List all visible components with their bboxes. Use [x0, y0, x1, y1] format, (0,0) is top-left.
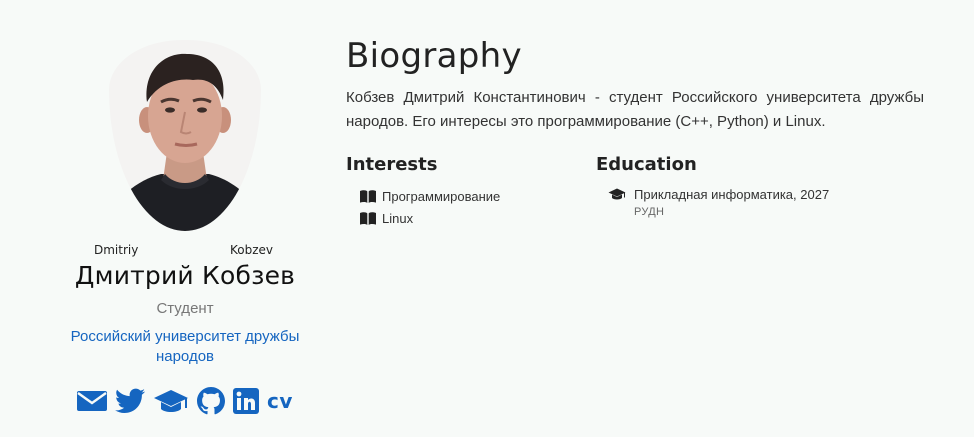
envelope-icon	[77, 391, 108, 411]
role: Студент	[156, 300, 214, 317]
graduation-cap-icon	[154, 390, 189, 412]
book-icon	[360, 211, 376, 225]
education-list: Прикладная информатика, 2027 РУДН	[596, 185, 846, 219]
page: Dmitriy Kobzev Дмитрий Кобзев Студент Ро…	[0, 0, 974, 437]
linkedin-icon	[233, 388, 260, 414]
twitter-link[interactable]	[115, 388, 146, 414]
education-item: Прикладная информатика, 2027	[608, 185, 846, 205]
biography-text: Кобзев Дмитрий Константинович - студент …	[346, 89, 924, 130]
interests-list: Программирование Linux	[346, 185, 596, 229]
profile-card: Dmitriy Kobzev Дмитрий Кобзев Студент Ро…	[40, 40, 330, 415]
social-links: cv	[40, 387, 330, 415]
interest-label: Программирование	[382, 188, 501, 204]
list-item: Программирование	[360, 185, 596, 207]
full-name: Дмитрий Кобзев	[74, 261, 296, 290]
graduation-cap-icon	[608, 188, 626, 200]
organization-link[interactable]: Российский университет дружбы народов	[40, 327, 330, 367]
education-institution: РУДН	[634, 206, 665, 218]
avatar	[109, 40, 261, 231]
github-icon	[197, 387, 226, 415]
book-icon	[360, 189, 376, 203]
interests-heading: Interests	[346, 154, 438, 175]
twitter-icon	[115, 388, 146, 413]
education-title: Прикладная информатика, 2027	[634, 187, 830, 202]
linkedin-link[interactable]	[233, 388, 260, 414]
education-heading: Education	[596, 154, 697, 175]
name-parts: Dmitriy Kobzev	[40, 241, 330, 259]
family-name: Kobzev	[230, 243, 274, 257]
biography-heading: Biography	[346, 36, 522, 76]
github-link[interactable]	[197, 387, 226, 415]
interest-label: Linux	[382, 210, 414, 226]
education-section: Education Прикладная информатика, 2027 Р…	[596, 154, 846, 229]
biography-section: Biography Кобзев Дмитрий Константинович …	[346, 36, 924, 229]
cv-link[interactable]: cv	[267, 389, 293, 413]
scholar-link[interactable]	[153, 388, 189, 414]
email-link[interactable]	[77, 389, 108, 413]
avatar-photo	[109, 40, 261, 231]
cv-icon: cv	[267, 389, 293, 413]
list-item: Linux	[360, 207, 596, 229]
interests-section: Interests Программирование Linux	[346, 154, 596, 229]
given-name: Dmitriy	[94, 243, 139, 257]
details-columns: Interests Программирование Linux Educati…	[346, 154, 924, 229]
